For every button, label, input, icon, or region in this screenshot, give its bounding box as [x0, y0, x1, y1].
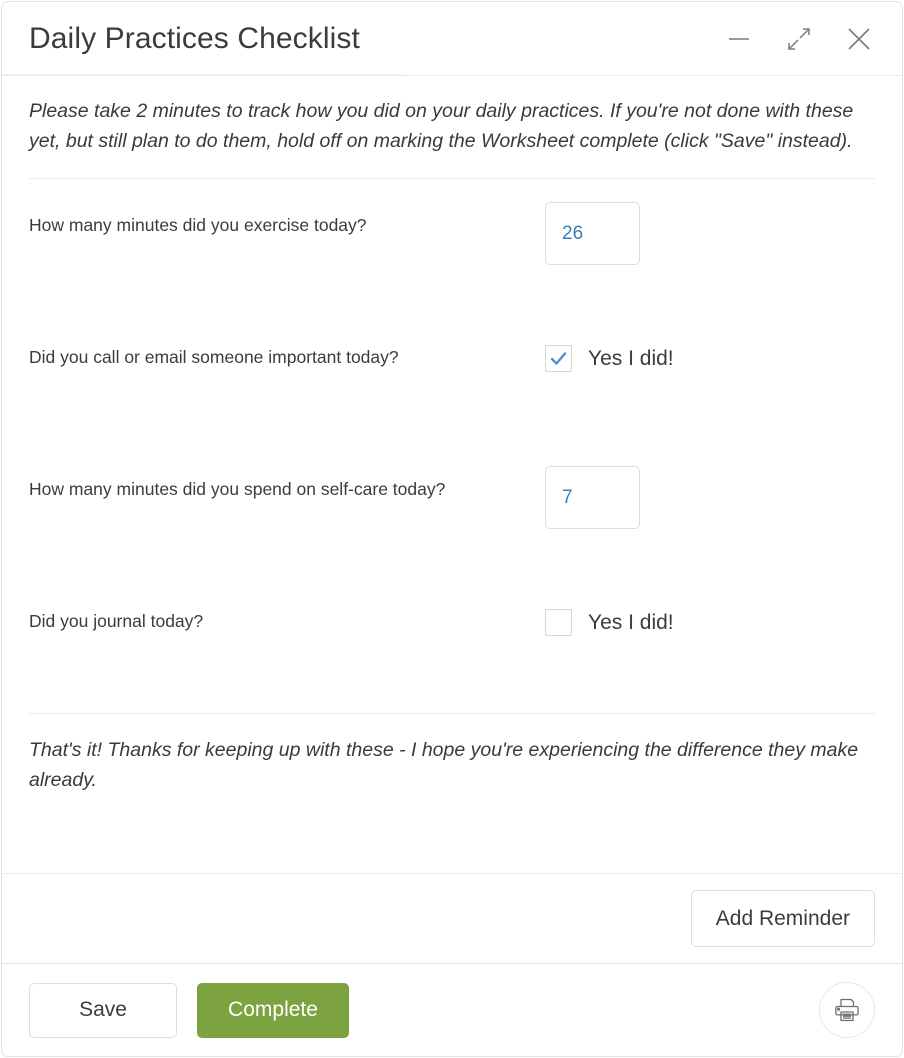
question-label: Did you journal today?: [29, 611, 204, 631]
worksheet-content: Please take 2 minutes to track how you d…: [2, 76, 902, 873]
question-field: Yes I did!: [545, 317, 875, 372]
save-button[interactable]: Save: [29, 982, 177, 1038]
print-button[interactable]: [819, 982, 875, 1038]
outro-text: That's it! Thanks for keeping up with th…: [29, 739, 859, 791]
action-bar: Save Complete: [2, 963, 902, 1056]
questions-list: How many minutes did you exercise today?…: [29, 179, 875, 713]
worksheet-window: Daily Practices Checklist Please take 2 …: [1, 1, 903, 1057]
page-title: Daily Practices Checklist: [29, 21, 360, 55]
question-row: How many minutes did you spend on self-c…: [29, 449, 875, 581]
question-row: Did you journal today? Yes I did!: [29, 581, 875, 713]
close-button[interactable]: [842, 22, 876, 56]
journal-checkbox[interactable]: [545, 609, 572, 636]
selfcare-minutes-input[interactable]: [545, 466, 640, 529]
complete-button[interactable]: Complete: [197, 982, 349, 1038]
call-email-checkbox[interactable]: [545, 345, 572, 372]
window-titlebar: Daily Practices Checklist: [2, 2, 902, 76]
reminder-bar: Add Reminder: [2, 873, 902, 963]
exercise-minutes-input[interactable]: [545, 202, 640, 265]
question-field: [545, 185, 875, 265]
question-label: How many minutes did you spend on self-c…: [29, 479, 446, 499]
titlebar-accent-line: [2, 74, 402, 76]
add-reminder-button[interactable]: Add Reminder: [690, 890, 875, 947]
question-row: How many minutes did you exercise today?: [29, 185, 875, 317]
checkbox-row: Yes I did!: [545, 334, 875, 372]
question-row: Did you call or email someone important …: [29, 317, 875, 449]
question-field: [545, 449, 875, 529]
question-label: Did you call or email someone important …: [29, 347, 399, 367]
question-label: How many minutes did you exercise today?: [29, 215, 367, 235]
question-field: Yes I did!: [545, 581, 875, 636]
checkbox-row: Yes I did!: [545, 598, 875, 636]
collapse-button[interactable]: [782, 22, 816, 56]
intro-text: Please take 2 minutes to track how you d…: [29, 100, 854, 152]
window-controls: [722, 22, 880, 56]
checkbox-label: Yes I did!: [588, 610, 674, 634]
checkbox-label: Yes I did!: [588, 346, 674, 370]
printer-icon: [833, 996, 861, 1024]
minimize-button[interactable]: [722, 22, 756, 56]
